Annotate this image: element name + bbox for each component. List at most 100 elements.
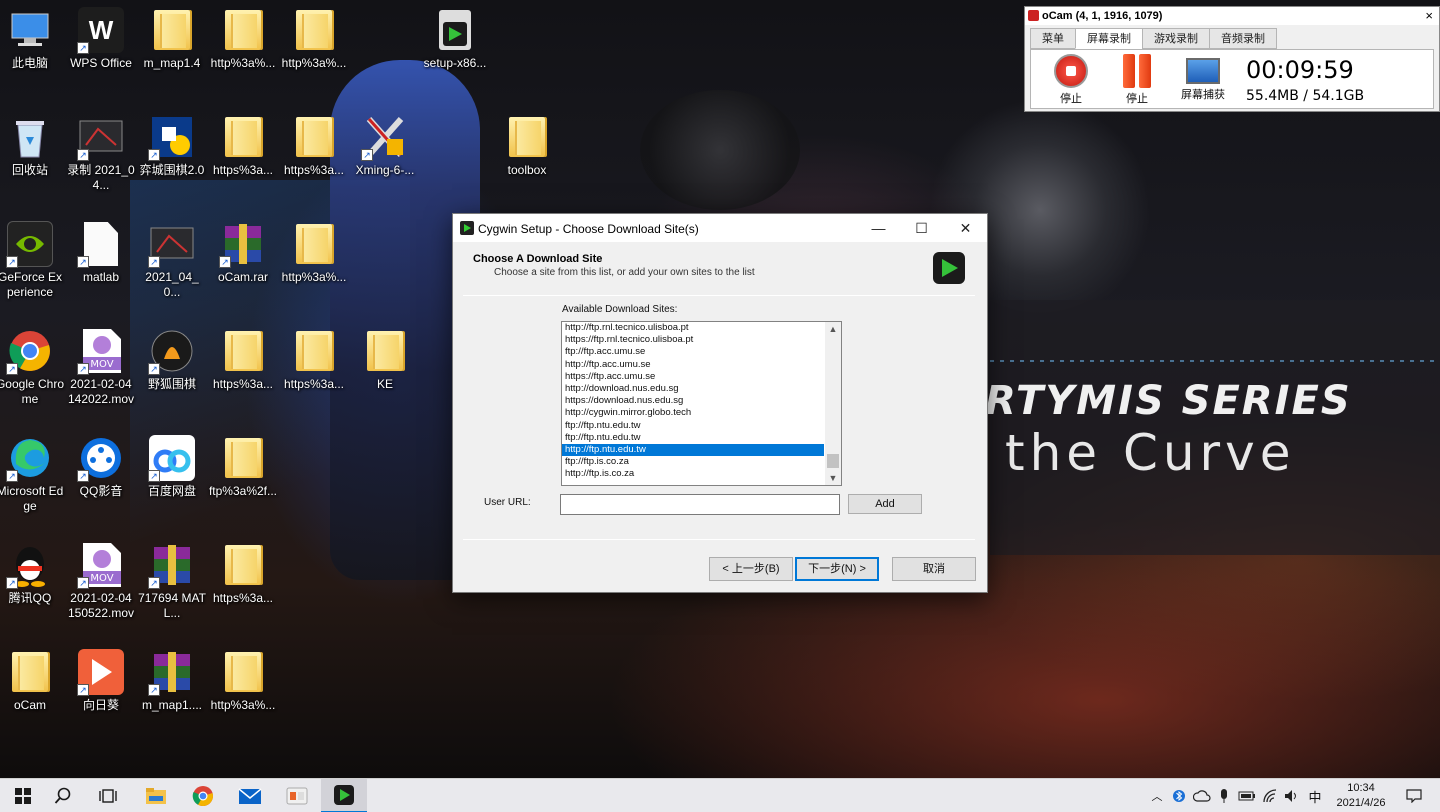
site-list-item[interactable]: http://download.nus.edu.sg xyxy=(562,383,824,395)
desktop-icon[interactable]: ↗ matlab xyxy=(66,214,136,320)
notification-icon[interactable] xyxy=(1402,779,1426,812)
maximize-button[interactable]: ☐ xyxy=(899,214,944,242)
qq-icon: ↗ xyxy=(6,541,54,589)
desktop-icon[interactable]: ↗ m_map1.... xyxy=(137,642,207,748)
desktop-icon[interactable]: ↗ 向日葵 xyxy=(66,642,136,748)
user-url-input[interactable] xyxy=(560,494,840,515)
desktop-icon[interactable]: ↗ 弈城围棋2.0 xyxy=(137,107,207,213)
microphone-icon[interactable] xyxy=(1214,779,1234,812)
scroll-thumb[interactable] xyxy=(827,454,839,468)
desktop-icon[interactable]: setup-x86... xyxy=(420,0,490,106)
desktop-icon[interactable]: W ↗ WPS Office xyxy=(66,0,136,106)
desktop-icon[interactable]: m_map1.4 xyxy=(137,0,207,106)
cancel-button[interactable]: 取消 xyxy=(892,557,976,581)
ocam-close-button[interactable]: × xyxy=(1425,7,1433,25)
site-list-item[interactable]: http://ftp.is.co.za xyxy=(562,468,824,480)
desktop-icon[interactable]: https%3a... xyxy=(279,321,349,427)
desktop-icon-label: http%3a%... xyxy=(281,56,347,70)
mail-taskbar-button[interactable] xyxy=(227,779,273,812)
shortcut-arrow-icon: ↗ xyxy=(77,470,89,482)
desktop-icon[interactable]: ↗ 腾讯QQ xyxy=(0,535,65,641)
site-list-item[interactable]: ftp://ftp.is.co.za xyxy=(562,456,824,468)
desktop-icon[interactable]: ↗ Google Chrome xyxy=(0,321,65,427)
desktop-icon[interactable]: ↗ QQ影音 xyxy=(66,428,136,534)
shortcut-arrow-icon: ↗ xyxy=(148,470,160,482)
site-list-item[interactable]: ftp://ftp.ntu.edu.tw xyxy=(562,432,824,444)
desktop-icon[interactable]: ↗ Xming-6-... xyxy=(350,107,420,213)
onedrive-icon[interactable] xyxy=(1192,779,1212,812)
desktop-icon[interactable]: http%3a%... xyxy=(279,0,349,106)
tab-screen-record[interactable]: 屏幕录制 xyxy=(1075,28,1143,49)
minimize-button[interactable]: — xyxy=(856,214,901,242)
desktop-icon[interactable]: https%3a... xyxy=(279,107,349,213)
site-list-item[interactable]: https://download.nus.edu.sg xyxy=(562,395,824,407)
battery-icon[interactable] xyxy=(1237,779,1257,812)
stop-record-button[interactable]: 停止 xyxy=(1045,54,1097,106)
desktop-icon[interactable]: ftp%3a%2f... xyxy=(208,428,278,534)
dialog-titlebar[interactable]: Cygwin Setup - Choose Download Site(s) —… xyxy=(453,214,987,242)
site-list-item[interactable]: http://ftp.ntu.edu.tw xyxy=(562,443,824,457)
site-list-item[interactable]: http://ftp.rnl.tecnico.ulisboa.pt xyxy=(562,322,824,334)
desktop-icon[interactable]: ↗ 2021_04_0... xyxy=(137,214,207,320)
volume-icon[interactable] xyxy=(1282,779,1302,812)
file-explorer-button[interactable] xyxy=(133,779,179,812)
desktop-icon[interactable]: 此电脑 xyxy=(0,0,65,106)
desktop-icon[interactable]: toolbox xyxy=(492,107,562,213)
task-view-button[interactable] xyxy=(85,779,131,812)
dialog-title: Cygwin Setup - Choose Download Site(s) xyxy=(478,222,699,236)
wifi-icon[interactable] xyxy=(1260,779,1280,812)
desktop-icon[interactable]: http%3a%... xyxy=(208,0,278,106)
pause-button[interactable]: 停止 xyxy=(1111,54,1163,106)
site-list-item[interactable]: http://ftp.acc.umu.se xyxy=(562,359,824,371)
taskbar-clock[interactable]: 10:34 2021/4/26 xyxy=(1326,781,1396,811)
tray-expand-icon[interactable]: ︿ xyxy=(1148,779,1166,812)
desktop-icon[interactable]: https%3a... xyxy=(208,321,278,427)
desktop-icon[interactable]: https%3a... xyxy=(208,535,278,641)
desktop-icon[interactable]: https%3a... xyxy=(208,107,278,213)
desktop-icon[interactable]: ↗ 717694 MATL... xyxy=(137,535,207,641)
scroll-down-icon[interactable]: ▼ xyxy=(825,471,841,485)
ocam-window: oCam (4, 1, 1916, 1079) × 菜单 屏幕录制 游戏录制 音频录制… xyxy=(1024,6,1440,112)
cygwin-taskbar-button[interactable] xyxy=(321,779,367,812)
desktop-icon[interactable]: http%3a%... xyxy=(208,642,278,748)
desktop-icon[interactable]: KE xyxy=(350,321,420,427)
desktop-icon[interactable]: oCam xyxy=(0,642,65,748)
site-list-item[interactable]: http://cygwin.mirror.globo.tech xyxy=(562,407,824,419)
tab-game-record[interactable]: 游戏录制 xyxy=(1142,28,1210,49)
next-button[interactable]: 下一步(N) > xyxy=(795,557,879,581)
desktop-icon-label: WPS Office xyxy=(70,56,132,70)
sites-scrollbar[interactable]: ▲ ▼ xyxy=(825,322,841,485)
desktop-icon[interactable]: ↗ 野狐围棋 xyxy=(137,321,207,427)
desktop-icon[interactable]: ↗ GeForce Experience xyxy=(0,214,65,320)
site-list-item[interactable]: https://ftp.rnl.tecnico.ulisboa.pt xyxy=(562,334,824,346)
site-list-item[interactable]: https://ftp.acc.umu.se xyxy=(562,371,824,383)
desktop-icon-label: http%3a%... xyxy=(210,56,276,70)
desktop-icon[interactable]: MOV ↗ 2021-02-04 142022.mov xyxy=(66,321,136,427)
bluetooth-icon[interactable] xyxy=(1170,779,1188,812)
folder-icon xyxy=(361,327,409,375)
tab-audio-record[interactable]: 音频录制 xyxy=(1209,28,1277,49)
desktop-icon[interactable]: http%3a%... xyxy=(279,214,349,320)
site-list-item[interactable]: ftp://ftp.ntu.edu.tw xyxy=(562,420,824,432)
desktop-icon[interactable]: ↗ oCam.rar xyxy=(208,214,278,320)
desktop-icon[interactable]: ↗ 百度网盘 xyxy=(137,428,207,534)
app-taskbar-button[interactable] xyxy=(274,779,320,812)
desktop-icon[interactable]: MOV ↗ 2021-02-04 150522.mov xyxy=(66,535,136,641)
download-sites-list[interactable]: http://ftp.rnl.tecnico.ulisboa.pt https:/… xyxy=(561,321,842,486)
ocam-titlebar[interactable]: oCam (4, 1, 1916, 1079) × xyxy=(1025,7,1439,25)
desktop-icon-label: 此电脑 xyxy=(11,56,48,70)
site-list-item[interactable]: ftp://ftp.acc.umu.se xyxy=(562,346,824,358)
capture-button[interactable]: 屏幕捕获 xyxy=(1177,54,1229,102)
desktop-icon[interactable]: ↗ Microsoft Edge xyxy=(0,428,65,534)
input-method-indicator[interactable]: 中 xyxy=(1304,779,1326,812)
close-button[interactable]: ✕ xyxy=(943,214,988,242)
desktop-icon[interactable]: 回收站 xyxy=(0,107,65,213)
add-button[interactable]: Add xyxy=(848,494,922,514)
sites-label: Available Download Sites: xyxy=(562,304,678,315)
back-button[interactable]: < 上一步(B) xyxy=(709,557,793,581)
search-button[interactable] xyxy=(40,779,86,812)
chrome-taskbar-button[interactable] xyxy=(180,779,226,812)
desktop-icon[interactable]: ↗ 录制 2021_04... xyxy=(66,107,136,213)
scroll-up-icon[interactable]: ▲ xyxy=(825,322,841,336)
tab-menu[interactable]: 菜单 xyxy=(1030,28,1076,49)
